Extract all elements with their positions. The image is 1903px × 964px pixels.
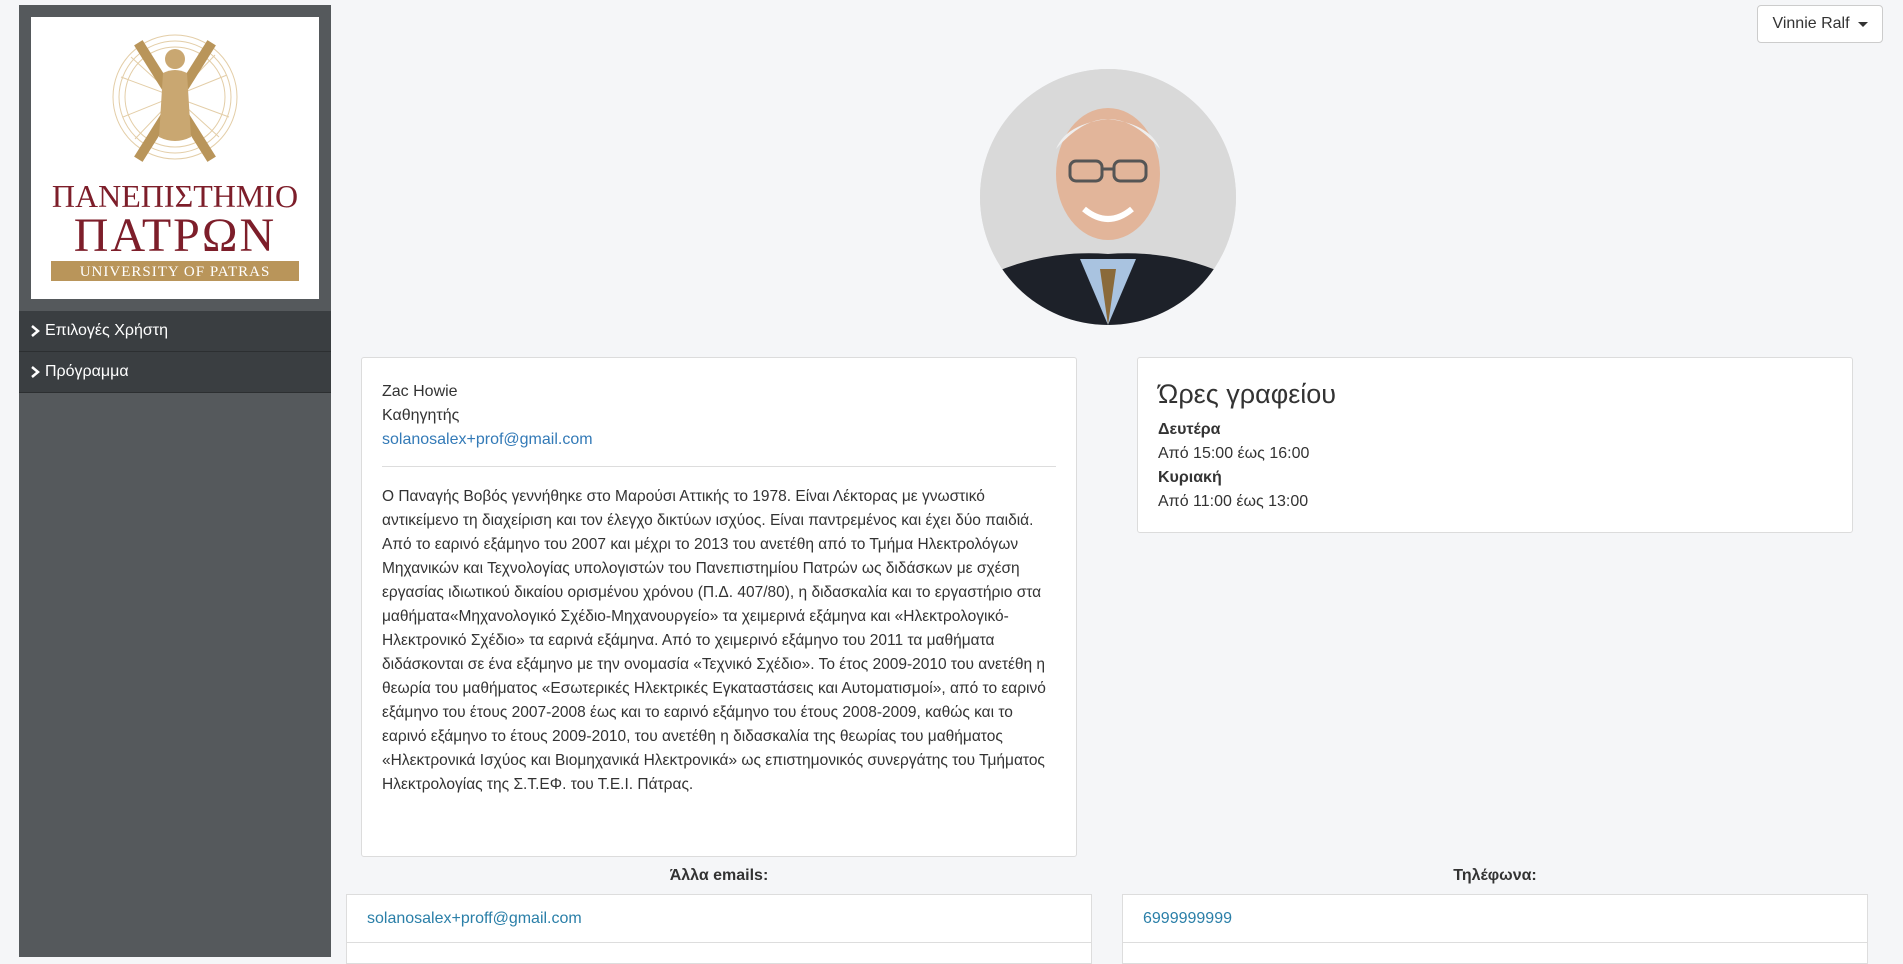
profile-card: Zac Howie Καθηγητής solanosalex+prof@gma… (361, 357, 1077, 857)
phones-title: Τηλέφωνα: (1453, 867, 1537, 884)
logo-text-english: UNIVERSITY OF PATRAS (80, 264, 271, 280)
office-hours-card: Ώρες γραφείου Δευτέρα Από 15:00 έως 16:0… (1137, 357, 1853, 533)
office-hours-title: Ώρες γραφείου (1158, 379, 1337, 409)
university-logo-graphic: ΠΑΝΕΠΙΣΤΗΜΙΟ ΠΑΤΡΩΝ UNIVERSITY OF PATRAS (51, 34, 299, 281)
office-hours-range: Από 15:00 έως 16:00 (1158, 445, 1310, 462)
divider (382, 466, 1056, 467)
sidebar: ΠΑΝΕΠΙΣΤΗΜΙΟ ΠΑΤΡΩΝ UNIVERSITY OF PATRAS… (19, 5, 331, 957)
sidebar-item-user-options[interactable]: Επιλογές Χρήστη (19, 311, 331, 352)
chevron-right-icon (31, 325, 40, 337)
profile-bio: Ο Παναγής Βοβός γεννήθηκε στο Μαρούσι Ατ… (382, 488, 1046, 793)
chevron-right-icon (31, 366, 40, 378)
user-name: Vinnie Ralf (1772, 15, 1850, 32)
university-logo[interactable]: ΠΑΝΕΠΙΣΤΗΜΙΟ ΠΑΤΡΩΝ UNIVERSITY OF PATRAS (31, 17, 319, 299)
list-item-email[interactable]: solanosalex+proff@gmail.com (347, 895, 1091, 943)
caret-down-icon (1857, 21, 1868, 27)
other-emails-list: solanosalex+proff@gmail.com (346, 894, 1092, 964)
profile-email-link[interactable]: solanosalex+prof@gmail.com (382, 428, 1056, 452)
office-day: Δευτέρα (1158, 421, 1221, 438)
office-day: Κυριακή (1158, 469, 1222, 486)
logo-text-greek-2: ΠΑΤΡΩΝ (74, 209, 276, 262)
list-item-phone[interactable]: 6999999999 (1123, 895, 1867, 943)
user-dropdown-button[interactable]: Vinnie Ralf (1757, 5, 1883, 43)
sidebar-menu: Επιλογές Χρήστη Πρόγραμμα (19, 311, 331, 393)
profile-title: Καθηγητής (382, 407, 460, 424)
profile-avatar (980, 69, 1236, 325)
profile-photo (980, 69, 1236, 325)
office-hours-range: Από 11:00 έως 13:00 (1158, 493, 1309, 510)
other-emails-title: Άλλα emails: (669, 867, 769, 884)
profile-name: Zac Howie (382, 383, 458, 400)
sidebar-item-schedule[interactable]: Πρόγραμμα (19, 352, 331, 393)
sidebar-item-label: Επιλογές Χρήστη (45, 322, 168, 339)
sidebar-item-label: Πρόγραμμα (45, 363, 129, 380)
phones-list: 6999999999 (1122, 894, 1868, 964)
